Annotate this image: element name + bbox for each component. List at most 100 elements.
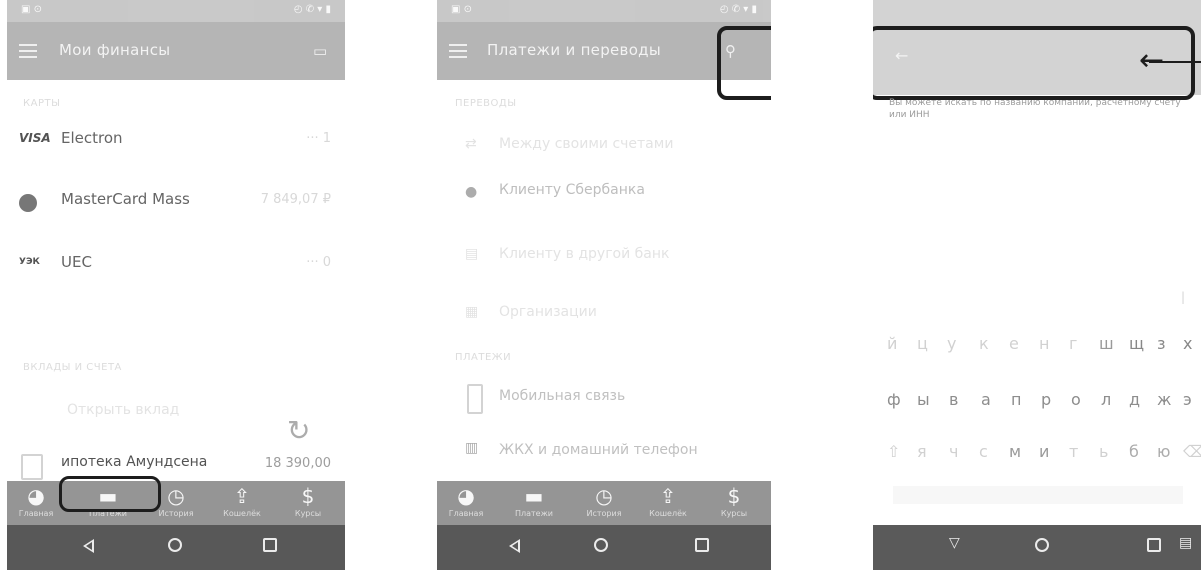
key[interactable]: й bbox=[887, 334, 897, 353]
list-item-other-bank[interactable]: ▤ Клиенту в другой банк bbox=[437, 240, 771, 280]
key[interactable]: у bbox=[947, 334, 956, 353]
card-row-mastercard[interactable]: MasterCard Mass 7 849,07 ₽ bbox=[7, 182, 345, 222]
key[interactable]: э bbox=[1183, 390, 1192, 409]
bottom-navigation: ◕ Главная ▬ Платежи ◷ История ⇪ Кошелёк $ Кур… bbox=[437, 481, 771, 525]
pie-chart-icon: ◕ bbox=[457, 484, 475, 508]
search-hint: Вы можете искать по названию компании, р… bbox=[889, 98, 1181, 120]
open-deposit-link[interactable]: Открыть вклад bbox=[67, 402, 179, 418]
mastercard-icon bbox=[19, 194, 37, 212]
card-amount: 7 849,07 ₽ bbox=[260, 192, 331, 207]
list-item-label: ЖКХ и домашний телефон bbox=[499, 442, 698, 458]
upload-icon: ⇪ bbox=[659, 484, 677, 508]
deposits-subheader: ВКЛАДЫ И СЧЕТА bbox=[23, 362, 122, 373]
key[interactable]: к bbox=[979, 334, 989, 353]
card-row-visa[interactable]: VISA Electron ··· 1 bbox=[7, 121, 345, 161]
list-item-mobile[interactable]: Мобильная связь bbox=[437, 380, 771, 420]
status-icons-right: ◴ ✆ ▾ ▮ bbox=[293, 4, 331, 15]
key[interactable]: х bbox=[1183, 334, 1192, 353]
list-item-label: Клиенту Сбербанка bbox=[499, 182, 645, 198]
key[interactable]: б bbox=[1129, 442, 1139, 461]
status-icons-left: ▣ ⊙ bbox=[21, 4, 43, 15]
backspace-key[interactable]: ⌫ bbox=[1183, 442, 1201, 461]
card-amount: ··· 0 bbox=[306, 255, 331, 270]
keyboard-switch-icon[interactable]: ▤ bbox=[1179, 535, 1192, 551]
key[interactable]: ю bbox=[1157, 442, 1170, 461]
key[interactable]: о bbox=[1071, 390, 1081, 409]
chat-icon[interactable]: ▭ bbox=[313, 42, 331, 60]
key[interactable]: ц bbox=[917, 334, 928, 353]
key[interactable]: ы bbox=[917, 390, 930, 409]
nav-wallet[interactable]: ⇪ Кошелёк bbox=[217, 483, 267, 523]
nav-home[interactable]: ◕ Главная bbox=[11, 483, 61, 523]
uec-logo: УЭК bbox=[19, 257, 40, 267]
highlight-payments-tab bbox=[59, 476, 161, 512]
back-arrow-icon[interactable]: ← bbox=[895, 46, 908, 65]
list-item-zhkh[interactable]: ▥ ЖКХ и домашний телефон bbox=[437, 432, 771, 472]
cards-subheader: КАРТЫ bbox=[23, 98, 61, 109]
loan-row[interactable]: ипотека Амундсена 18 390,00 bbox=[7, 446, 345, 486]
bottom-navigation: ◕ Главная ▬ Платежи ◷ История ⇪ Кошелёк $ Кур… bbox=[7, 481, 345, 525]
list-item-label: Мобильная связь bbox=[499, 388, 626, 404]
screen-my-finances: ▣ ⊙ ◴ ✆ ▾ ▮ Мои финансы ▭ КАРТЫ VISA Ele… bbox=[7, 0, 345, 570]
key[interactable]: ч bbox=[949, 442, 958, 461]
nav-wallet[interactable]: ⇪ Кошелёк bbox=[643, 483, 693, 523]
key[interactable]: с bbox=[979, 442, 988, 461]
key[interactable]: п bbox=[1011, 390, 1021, 409]
key[interactable]: т bbox=[1069, 442, 1078, 461]
payments-subheader: ПЛАТЕЖИ bbox=[455, 352, 512, 363]
key[interactable]: г bbox=[1069, 334, 1077, 353]
list-item-sber-client[interactable]: ● Клиенту Сбербанка bbox=[437, 176, 771, 216]
nav-home[interactable]: ◕ Главная bbox=[441, 483, 491, 523]
shift-key[interactable]: ⇧ bbox=[887, 442, 900, 461]
recent-apps-icon[interactable] bbox=[695, 538, 709, 552]
hide-keyboard-icon[interactable]: ▽ bbox=[949, 535, 960, 551]
loan-name: ипотека Амундсена bbox=[61, 454, 208, 470]
key[interactable]: ф bbox=[887, 390, 901, 409]
status-icons-right: ◴ ✆ ▾ ▮ bbox=[719, 4, 757, 15]
home-icon[interactable] bbox=[1035, 538, 1049, 552]
upload-icon: ⇪ bbox=[233, 484, 251, 508]
key[interactable]: ж bbox=[1157, 390, 1171, 409]
recent-apps-icon[interactable] bbox=[1147, 538, 1161, 552]
back-icon[interactable] bbox=[509, 539, 520, 553]
menu-icon[interactable] bbox=[449, 44, 467, 58]
keyboard-bottom-row bbox=[893, 486, 1183, 504]
refresh-icon[interactable]: ↻ bbox=[287, 414, 310, 447]
card-name: UEC bbox=[61, 253, 92, 271]
highlight-search-button bbox=[717, 26, 771, 100]
key[interactable]: д bbox=[1129, 390, 1140, 409]
key[interactable]: ь bbox=[1099, 442, 1108, 461]
toolbar: Мои финансы ▭ bbox=[7, 22, 345, 80]
list-item-own-accounts[interactable]: ⇄ Между своими счетами bbox=[437, 130, 771, 170]
back-icon[interactable] bbox=[83, 539, 94, 553]
person-icon: ● bbox=[465, 184, 478, 200]
page-title: Платежи и переводы bbox=[487, 41, 661, 59]
key[interactable]: м bbox=[1009, 442, 1021, 461]
system-navigation-bar bbox=[7, 525, 345, 570]
recent-apps-icon[interactable] bbox=[263, 538, 277, 552]
key[interactable]: з bbox=[1157, 334, 1166, 353]
list-item-label: Между своими счетами bbox=[499, 136, 674, 152]
status-bar: ▣ ⊙ ◴ ✆ ▾ ▮ bbox=[7, 0, 345, 22]
key[interactable]: я bbox=[917, 442, 927, 461]
home-icon[interactable] bbox=[168, 538, 182, 552]
nav-rates[interactable]: $ Курсы bbox=[283, 483, 333, 523]
key[interactable]: р bbox=[1041, 390, 1051, 409]
nav-payments[interactable]: ▬ Платежи bbox=[509, 483, 559, 523]
key[interactable]: е bbox=[1009, 334, 1019, 353]
list-item-organization[interactable]: ▦ Организации bbox=[437, 298, 771, 338]
home-icon[interactable] bbox=[594, 538, 608, 552]
key[interactable]: щ bbox=[1129, 334, 1144, 353]
key[interactable]: ш bbox=[1099, 334, 1114, 353]
pie-chart-icon: ◕ bbox=[27, 484, 45, 508]
system-navigation-bar: ▽ ▤ bbox=[873, 525, 1201, 570]
card-row-uec[interactable]: УЭК UEC ··· 0 bbox=[7, 245, 345, 285]
key[interactable]: и bbox=[1039, 442, 1049, 461]
nav-history[interactable]: ◷ История bbox=[579, 483, 629, 523]
menu-icon[interactable] bbox=[19, 44, 37, 58]
key[interactable]: а bbox=[981, 390, 991, 409]
key[interactable]: л bbox=[1101, 390, 1111, 409]
key[interactable]: в bbox=[949, 390, 958, 409]
key[interactable]: н bbox=[1039, 334, 1049, 353]
nav-rates[interactable]: $ Курсы bbox=[709, 483, 759, 523]
